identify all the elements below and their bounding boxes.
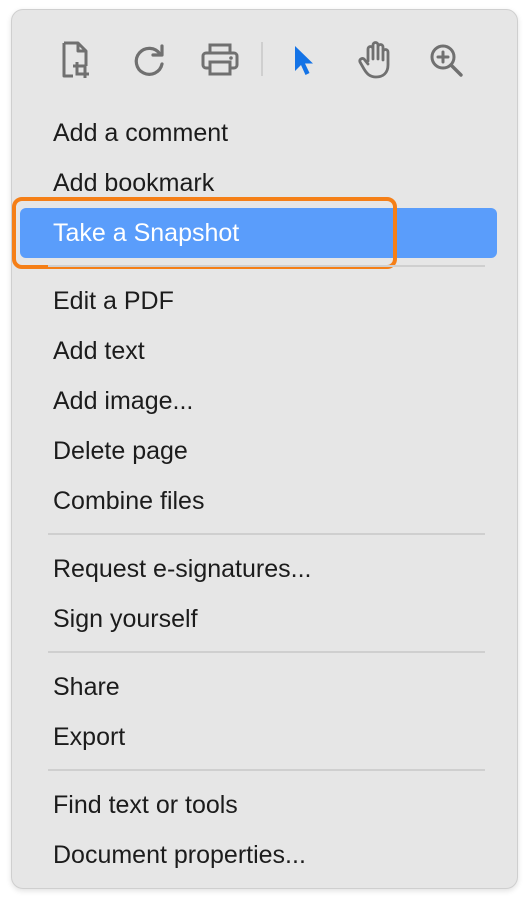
toolbar-divider <box>261 42 263 76</box>
select-tool-button[interactable] <box>279 34 327 86</box>
menu-item-add-text[interactable]: Add text <box>20 326 497 376</box>
menu-item-document-properties[interactable]: Document properties... <box>20 830 497 880</box>
context-menu: Add a comment Add bookmark Take a Snapsh… <box>11 9 518 889</box>
menu-separator <box>48 265 485 267</box>
menu-item-sign-yourself[interactable]: Sign yourself <box>20 594 497 644</box>
hand-tool-button[interactable] <box>351 34 399 86</box>
menu-separator <box>48 651 485 653</box>
print-button[interactable] <box>196 34 244 86</box>
zoom-in-icon <box>430 44 463 77</box>
quick-tools-toolbar <box>12 34 517 90</box>
menu-item-add-bookmark[interactable]: Add bookmark <box>20 158 497 208</box>
menu-item-add-image[interactable]: Add image... <box>20 376 497 426</box>
select-cursor-icon <box>295 46 313 75</box>
zoom-in-button[interactable] <box>422 34 470 86</box>
menu-item-request-esignatures[interactable]: Request e-signatures... <box>20 544 497 594</box>
menu-separator <box>48 769 485 771</box>
crop-page-button[interactable] <box>52 34 100 86</box>
hand-tool-icon <box>358 41 390 79</box>
menu-separator <box>48 533 485 535</box>
menu-item-add-comment[interactable]: Add a comment <box>20 108 497 158</box>
menu-item-combine-files[interactable]: Combine files <box>20 476 497 526</box>
menu-item-find-text-or-tools[interactable]: Find text or tools <box>20 780 497 830</box>
crop-page-icon <box>62 41 89 78</box>
print-icon <box>201 43 239 76</box>
rotate-button[interactable] <box>125 34 173 86</box>
menu-item-export[interactable]: Export <box>20 712 497 762</box>
menu-item-share[interactable]: Share <box>20 662 497 712</box>
menu-item-edit-pdf[interactable]: Edit a PDF <box>20 276 497 326</box>
menu-item-delete-page[interactable]: Delete page <box>20 426 497 476</box>
menu-item-take-snapshot[interactable]: Take a Snapshot <box>20 208 497 258</box>
rotate-icon <box>134 44 164 76</box>
